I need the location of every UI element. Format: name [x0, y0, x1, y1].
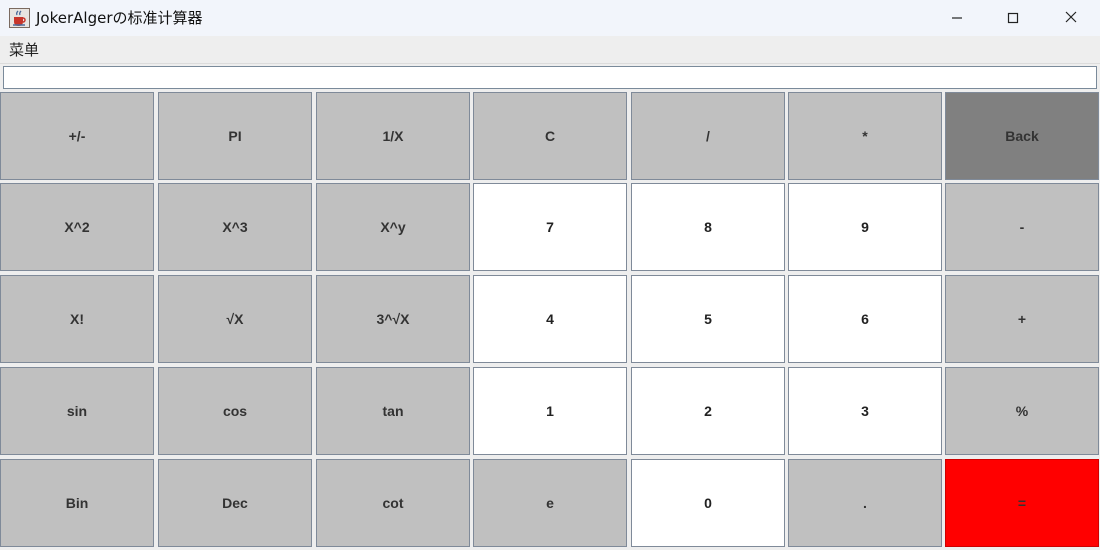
- window-title: JokerAlgerの标准计算器: [36, 9, 203, 27]
- maximize-icon: [1007, 9, 1019, 28]
- key-button[interactable]: 9: [788, 183, 942, 271]
- key-button[interactable]: Back: [945, 92, 1099, 180]
- result-display[interactable]: [3, 66, 1097, 89]
- key-button[interactable]: +: [945, 275, 1099, 363]
- close-icon: [1064, 9, 1078, 28]
- key-button[interactable]: /: [631, 92, 785, 180]
- maximize-button[interactable]: [984, 0, 1042, 36]
- minimize-icon: [951, 9, 963, 28]
- key-button[interactable]: =: [945, 459, 1099, 547]
- key-button[interactable]: X^3: [158, 183, 312, 271]
- key-button[interactable]: *: [788, 92, 942, 180]
- key-button[interactable]: 6: [788, 275, 942, 363]
- key-button[interactable]: X!: [0, 275, 154, 363]
- key-button[interactable]: 1/X: [316, 92, 470, 180]
- key-button[interactable]: 2: [631, 367, 785, 455]
- key-button[interactable]: 5: [631, 275, 785, 363]
- key-button[interactable]: .: [788, 459, 942, 547]
- title-bar: JokerAlgerの标准计算器: [0, 0, 1100, 36]
- key-button[interactable]: %: [945, 367, 1099, 455]
- key-button[interactable]: sin: [0, 367, 154, 455]
- key-button[interactable]: 7: [473, 183, 627, 271]
- key-button[interactable]: 0: [631, 459, 785, 547]
- key-button[interactable]: cot: [316, 459, 470, 547]
- menu-bar: 菜单: [0, 36, 1100, 64]
- key-button[interactable]: 3^√X: [316, 275, 470, 363]
- key-button[interactable]: -: [945, 183, 1099, 271]
- key-button[interactable]: X^2: [0, 183, 154, 271]
- minimize-button[interactable]: [928, 0, 986, 36]
- key-button[interactable]: +/-: [0, 92, 154, 180]
- keypad: +/- PI 1/X C / * Back X^2 X^3 X^y 7 8 9- X! √X 3^√X 4 5 6 +…: [0, 91, 1100, 550]
- key-button[interactable]: Dec: [158, 459, 312, 547]
- key-button[interactable]: 3: [788, 367, 942, 455]
- key-button[interactable]: 8: [631, 183, 785, 271]
- key-button[interactable]: PI: [158, 92, 312, 180]
- key-button[interactable]: 1: [473, 367, 627, 455]
- menu-main[interactable]: 菜单: [9, 36, 39, 64]
- key-button[interactable]: tan: [316, 367, 470, 455]
- key-button[interactable]: Bin: [0, 459, 154, 547]
- key-button[interactable]: X^y: [316, 183, 470, 271]
- key-button[interactable]: √X: [158, 275, 312, 363]
- key-button[interactable]: cos: [158, 367, 312, 455]
- key-button[interactable]: e: [473, 459, 627, 547]
- close-button[interactable]: [1042, 0, 1100, 36]
- java-cup-icon[interactable]: [9, 8, 30, 28]
- key-button[interactable]: 4: [473, 275, 627, 363]
- key-button[interactable]: C: [473, 92, 627, 180]
